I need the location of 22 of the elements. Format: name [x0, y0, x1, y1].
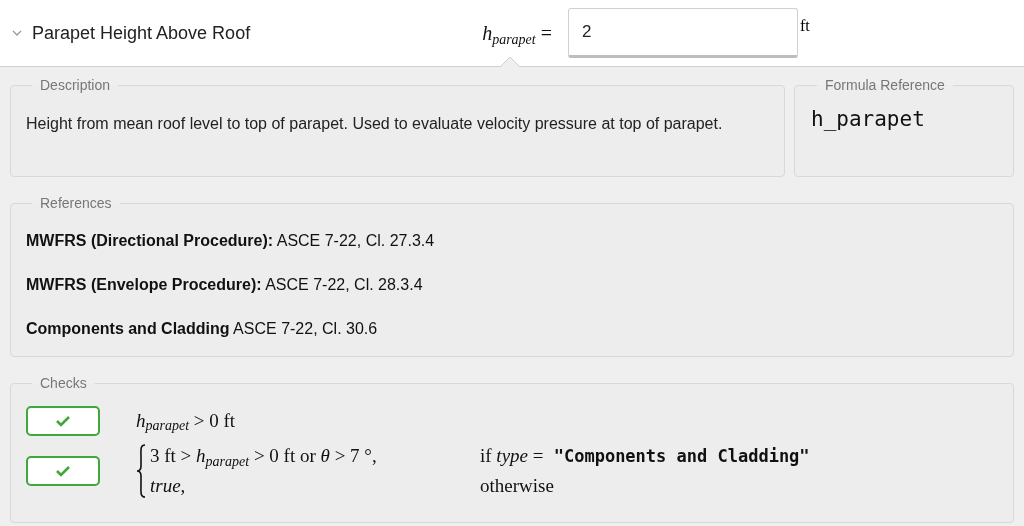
brace-icon	[136, 444, 146, 498]
case-expression: 3 ft > h$_{parapet}$ > 0 ft or θ > 7 °,	[150, 444, 378, 468]
checkmark-icon	[55, 415, 71, 427]
symbol-label: h$_{parapet}$ =	[481, 21, 552, 48]
formula-reference-text: h_parapet	[811, 107, 925, 131]
value-field[interactable]: 2	[568, 8, 798, 58]
description-text: Height from mean roof level to top of parapet. Used to evaluate velocity pressure at top of parapet.	[26, 114, 724, 134]
panel-legend: Checks	[32, 373, 95, 394]
panel-legend: References	[32, 193, 120, 214]
checkmark-icon	[55, 465, 71, 477]
case-expression: true,	[150, 474, 187, 498]
reference-text: MWFRS (Directional Procedure): ASCE 7-22, Cl. 27.3.4	[26, 231, 436, 251]
reference-text: MWFRS (Envelope Procedure): ASCE 7-22, Cl. 28.3.4	[26, 275, 424, 295]
panel-legend: Description	[32, 75, 119, 96]
check-formula: h$_{parapet}$ > 0 ft	[136, 408, 236, 436]
case-condition: otherwise	[480, 474, 555, 498]
panel-legend: Formula Reference	[817, 75, 953, 96]
section-title: Parapet Height Above Roof	[32, 21, 252, 45]
case-condition: if type = "Components and Cladding"	[480, 444, 810, 468]
chevron-icon[interactable]	[12, 30, 22, 36]
reference-text: Components and Cladding ASCE 7-22, Cl. 30.6	[26, 319, 379, 339]
unit-label: ft	[800, 16, 810, 36]
